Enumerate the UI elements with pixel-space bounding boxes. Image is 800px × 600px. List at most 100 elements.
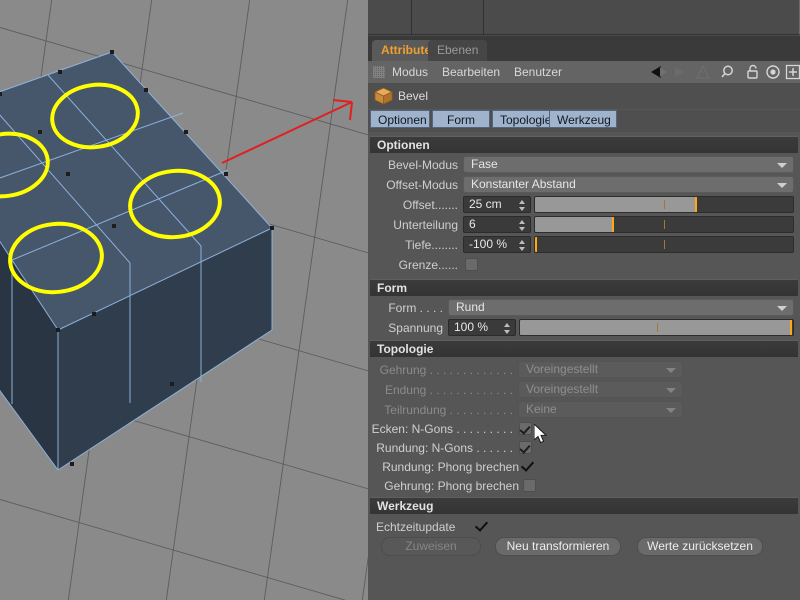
label-rundung-phong: Rundung: Phong brechen [382,460,519,474]
menu-benutzer[interactable]: Benutzer [514,61,562,83]
row-teilrundung: Teilrundung . . . . . . . . . . Keine [368,400,800,420]
attribute-manager-panel: Attribute Ebenen Modus Bearbeiten Benutz… [368,0,800,600]
row-offset-modus: Offset-Modus Konstanter Abstand [368,175,800,195]
label-rundung-ngons: Rundung: N-Gons . . . . . . [376,441,513,455]
slider-unterteilung-mid [664,220,665,229]
up-arrow-icon[interactable] [694,64,712,80]
label-echtzeitupdate: Echtzeitupdate [376,520,456,534]
target-icon[interactable] [764,64,782,80]
row-form: Form . . . . Rund [368,298,800,318]
lock-icon[interactable] [744,64,762,80]
dropdown-teilrundung: Keine [518,401,683,418]
slider-spannung-mid [656,323,658,332]
chevron-down-icon [777,306,787,311]
input-spannung-value: 100 % [454,320,489,334]
input-unterteilung-value: 6 [469,217,476,231]
section-header-optionen: Optionen [370,136,798,153]
label-gehrung-phong: Gehrung: Phong brechen [384,479,519,493]
row-bevel-modus: Bevel-Modus Fase [368,155,800,175]
page-button-row: Optionen Form Topologie Werkzeug [368,110,800,132]
object-name: Bevel [398,89,429,103]
tiefe-stepper[interactable] [519,239,526,252]
chevron-down-icon [666,368,676,373]
row-rundung-ngons: Rundung: N-Gons . . . . . . [368,438,800,458]
label-unterteilung: Unterteilung [393,218,458,232]
row-gehrung-phong: Gehrung: Phong brechen [368,476,800,496]
checkbox-rundung-ngons[interactable] [519,441,532,454]
slider-offset-fill [535,197,695,212]
slider-unterteilung-fill [535,217,613,232]
page-button-optionen[interactable]: Optionen [370,110,430,128]
dropdown-endung-value: Voreingestellt [526,382,599,396]
input-unterteilung[interactable]: 6 [463,216,531,233]
row-rundung-phong: Rundung: Phong brechen [368,457,800,477]
slider-offset-knob[interactable] [694,197,697,212]
offset-stepper[interactable] [519,199,526,212]
checkbox-grenze[interactable] [465,258,478,271]
section-header-werkzeug: Werkzeug [370,497,798,514]
checkbox-rundung-phong[interactable] [522,459,536,473]
slider-tiefe[interactable] [534,236,794,253]
label-gehrung: Gehrung . . . . . . . . . . . . . [379,363,513,377]
dropdown-bevel-modus[interactable]: Fase [463,156,794,173]
row-endung: Endung . . . . . . . . . . . . . Voreing… [368,380,800,400]
plus-icon[interactable] [784,64,800,80]
search-icon[interactable] [720,64,738,80]
label-grenze: Grenze...... [398,258,458,272]
checkbox-gehrung-phong[interactable] [523,479,536,492]
dropdown-endung: Voreingestellt [518,381,683,398]
top-dock-strip [368,0,800,36]
button-werte-zuruecksetzen[interactable]: Werte zurücksetzen [637,537,763,556]
menu-bearbeiten[interactable]: Bearbeiten [442,61,500,83]
label-spannung: Spannung [388,321,443,335]
input-offset-value: 25 cm [469,197,502,211]
label-offset-modus: Offset-Modus [386,178,458,192]
dropdown-bevel-modus-value: Fase [471,157,498,171]
page-button-topologie[interactable]: Topologie [492,110,557,128]
unterteilung-stepper[interactable] [519,219,526,232]
section-header-topologie: Topologie [370,340,798,357]
section-header-form: Form [370,279,798,296]
row-spannung: Spannung 100 % [368,318,800,338]
dropdown-offset-modus[interactable]: Konstanter Abstand [463,176,794,193]
dock-cell-3 [484,0,800,35]
panel-grip-icon[interactable] [373,66,385,78]
row-tiefe: Tiefe........ -100 % [368,235,800,255]
panel-menu-bar: Modus Bearbeiten Benutzer [368,61,800,84]
row-offset: Offset....... 25 cm [368,195,800,215]
application-window: Attribute Ebenen Modus Bearbeiten Benutz… [0,0,800,600]
input-offset[interactable]: 25 cm [463,196,531,213]
label-endung: Endung . . . . . . . . . . . . . [384,383,513,397]
slider-spannung[interactable] [519,319,794,336]
input-spannung[interactable]: 100 % [448,319,516,336]
dropdown-gehrung: Voreingestellt [518,361,683,378]
row-grenze: Grenze...... [368,255,800,275]
chevron-down-icon [666,388,676,393]
label-form: Form . . . . [388,301,443,315]
input-tiefe[interactable]: -100 % [463,236,531,253]
checkbox-ecken-ngons[interactable] [519,422,532,435]
bevel-box-icon [374,87,393,105]
page-button-werkzeug[interactable]: Werkzeug [549,110,617,128]
back-arrow-icon[interactable] [650,64,668,80]
menu-modus[interactable]: Modus [392,61,428,83]
slider-unterteilung[interactable] [534,216,794,233]
dropdown-gehrung-value: Voreingestellt [526,362,599,376]
forward-arrow-icon[interactable] [672,64,690,80]
label-offset: Offset....... [402,198,458,212]
slider-tiefe-knob[interactable] [535,237,537,252]
dropdown-form[interactable]: Rund [448,299,794,316]
slider-spannung-knob[interactable] [790,320,793,335]
tab-ebenen[interactable]: Ebenen [428,40,488,61]
page-button-form[interactable]: Form [432,110,490,128]
slider-offset[interactable] [534,196,794,213]
spannung-stepper[interactable] [504,322,511,335]
object-header: Bevel [368,83,800,109]
dropdown-teilrundung-value: Keine [526,402,557,416]
dropdown-offset-modus-value: Konstanter Abstand [471,177,576,191]
checkbox-echtzeitupdate[interactable] [476,519,490,533]
viewport-3d[interactable] [0,0,368,600]
slider-unterteilung-knob[interactable] [612,217,615,232]
button-neu-transformieren[interactable]: Neu transformieren [495,537,621,556]
chevron-down-icon [777,183,787,188]
